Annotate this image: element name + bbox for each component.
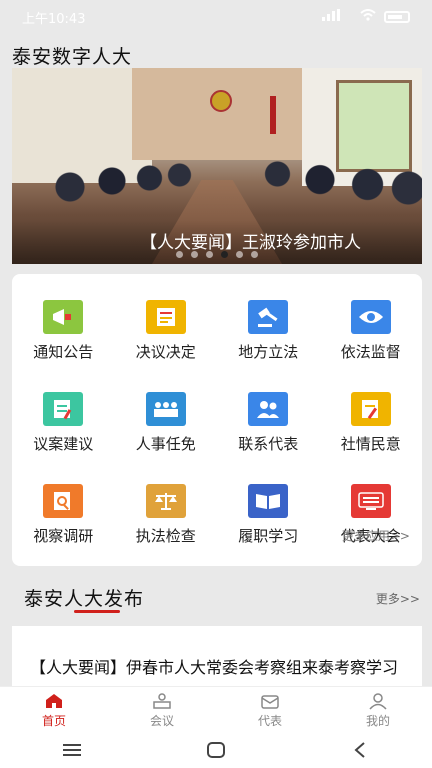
- grid-item-label: 执法检查: [135, 527, 196, 545]
- grid-item-label: 依法监督: [340, 343, 401, 361]
- profile-icon: [369, 692, 387, 710]
- grid-item-supervision[interactable]: 依法监督: [320, 300, 423, 362]
- edit-icon: [350, 392, 391, 426]
- grid-item-legislation[interactable]: 地方立法: [217, 300, 320, 362]
- inspect-icon: [43, 484, 84, 518]
- meeting-icon: [153, 692, 171, 709]
- grid-item-law-enforcement[interactable]: 执法检查: [115, 484, 218, 546]
- news-title: 【人大要闻】伊春市人大常委会考察组来泰考察学习: [30, 658, 399, 677]
- battery-icon: [384, 11, 410, 23]
- grid-item-label: 通知公告: [33, 343, 94, 361]
- function-grid-card: 通知公告 决议决定 地方立法 依法监督 议案建议 人事任免 联系代表 社情民意 …: [12, 274, 422, 566]
- flag-icon: [270, 96, 276, 134]
- grid-item-public-opinion[interactable]: 社情民意: [320, 392, 423, 454]
- tab-representative[interactable]: 代表: [216, 687, 324, 733]
- news-banner[interactable]: 【人大要闻】王淑玲参加市人: [12, 68, 422, 264]
- grid-item-inspection-research[interactable]: 视察调研: [12, 484, 115, 546]
- tab-label: 代表: [257, 713, 282, 728]
- app-title: 泰安数字人大: [12, 46, 133, 68]
- grid-item-notice[interactable]: 通知公告: [12, 300, 115, 362]
- banner-dot[interactable]: [206, 251, 213, 258]
- grid-item-label: 履职学习: [238, 527, 299, 545]
- grid-item-label: 人事任免: [135, 435, 196, 453]
- status-bar: 上午10:43: [0, 0, 432, 34]
- scales-icon: [145, 484, 186, 518]
- tab-meeting[interactable]: 会议: [108, 687, 216, 733]
- grid-item-proposal[interactable]: 议案建议: [12, 392, 115, 454]
- tab-label: 会议: [149, 713, 174, 728]
- grid-item-label: 决议决定: [135, 343, 196, 361]
- document-icon: [145, 300, 186, 334]
- grid-item-resolution[interactable]: 决议决定: [115, 300, 218, 362]
- news-list-item[interactable]: 【人大要闻】伊春市人大常委会考察组来泰考察学习: [12, 626, 422, 686]
- banner-dot[interactable]: [251, 251, 258, 258]
- people-icon: [145, 392, 186, 426]
- grid-item-study[interactable]: 履职学习: [217, 484, 320, 546]
- menu-icon[interactable]: [52, 738, 92, 762]
- congress-icon: [350, 484, 391, 518]
- function-grid: 通知公告 决议决定 地方立法 依法监督 议案建议 人事任免 联系代表 社情民意 …: [12, 300, 422, 546]
- system-nav-bar: [0, 732, 432, 768]
- grid-item-label: 联系代表: [238, 435, 299, 453]
- banner-dot-active[interactable]: [221, 251, 228, 258]
- eye-icon: [350, 300, 391, 334]
- home-icon: [46, 693, 62, 708]
- banner-dot[interactable]: [191, 251, 198, 258]
- home-nav-icon[interactable]: [196, 738, 236, 762]
- megaphone-icon: [43, 300, 84, 334]
- gavel-icon: [248, 300, 289, 334]
- banner-photo-people-left: [52, 163, 202, 223]
- grid-item-label: 社情民意: [340, 435, 401, 453]
- tab-home[interactable]: 首页: [0, 687, 108, 733]
- banner-dot[interactable]: [176, 251, 183, 258]
- banner-pagination: [12, 251, 422, 258]
- grid-item-personnel[interactable]: 人事任免: [115, 392, 218, 454]
- representative-icon: [261, 694, 279, 709]
- grid-item-label: 议案建议: [33, 435, 94, 453]
- tab-label: 首页: [41, 713, 66, 728]
- note-icon: [43, 392, 84, 426]
- users-icon: [248, 392, 289, 426]
- national-emblem-icon: [210, 90, 232, 112]
- wifi-icon: [360, 9, 376, 25]
- signal-icon: [322, 9, 352, 25]
- banner-photo-back-wall: [132, 68, 302, 160]
- status-time: 上午10:43: [22, 11, 86, 27]
- grid-item-label: 地方立法: [238, 343, 299, 361]
- tab-label: 我的: [365, 713, 390, 728]
- status-icons: [322, 9, 410, 25]
- section-more-link[interactable]: 更多>>: [376, 590, 420, 607]
- back-icon[interactable]: [340, 738, 380, 762]
- banner-photo-people-right: [252, 153, 422, 223]
- tab-profile[interactable]: 我的: [324, 687, 432, 733]
- section-title: 泰安人大发布: [24, 588, 145, 610]
- banner-dot[interactable]: [236, 251, 243, 258]
- bottom-tab-bar: 首页 会议 代表 我的: [0, 686, 432, 733]
- grid-item-label: 视察调研: [33, 527, 94, 545]
- more-apps-link[interactable]: 更多应用>>: [342, 527, 410, 544]
- book-icon: [248, 484, 289, 518]
- section-title-underline: [74, 610, 120, 613]
- grid-item-contact-representatives[interactable]: 联系代表: [217, 392, 320, 454]
